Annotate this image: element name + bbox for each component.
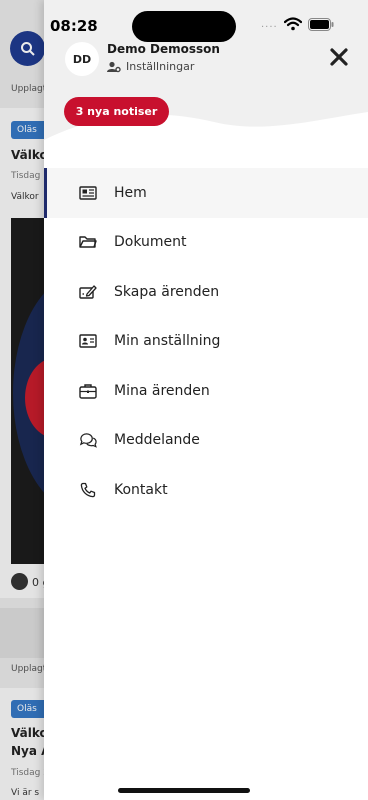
menu-item-min-anstallning[interactable]: Min anställning: [44, 317, 368, 367]
menu-item-dokument[interactable]: Dokument: [44, 218, 368, 268]
menu-label: Mina ärenden: [114, 382, 210, 399]
menu-item-skapa-arenden[interactable]: Skapa ärenden: [44, 267, 368, 317]
cellular-signal-icon: ····: [261, 22, 278, 33]
status-bar: 08:28 ····: [0, 0, 368, 50]
folder-icon: [79, 233, 97, 251]
edit-form-icon: [79, 283, 97, 301]
user-gear-icon: [107, 61, 121, 72]
phone-icon: [79, 481, 97, 499]
menu-label: Min anställning: [114, 333, 221, 350]
menu-label: Meddelande: [114, 432, 200, 449]
notifications-button[interactable]: 3 nya notiser: [64, 97, 169, 126]
menu-label: Dokument: [114, 234, 187, 251]
newspaper-icon: [79, 184, 97, 202]
menu-label: Skapa ärenden: [114, 283, 220, 300]
wifi-icon: [284, 17, 302, 31]
briefcase-icon: [79, 382, 97, 400]
clock: 08:28: [50, 17, 98, 35]
id-card-icon: [79, 332, 97, 350]
dynamic-island: [132, 11, 236, 42]
home-indicator[interactable]: [118, 788, 250, 793]
menu-label: Hem: [114, 184, 147, 201]
menu-item-hem[interactable]: Hem: [44, 168, 368, 218]
menu-label: Kontakt: [114, 481, 168, 498]
battery-icon: [308, 18, 334, 31]
menu-item-kontakt[interactable]: Kontakt: [44, 465, 368, 515]
settings-link[interactable]: Inställningar: [107, 60, 194, 73]
navigation-drawer: DD Demo Demosson Inställningar 3 nya not…: [44, 0, 368, 800]
chat-icon: [79, 431, 97, 449]
settings-label: Inställningar: [126, 60, 195, 73]
drawer-menu: Hem Dokument Skapa ärenden Min anställni…: [44, 168, 368, 515]
menu-item-mina-arenden[interactable]: Mina ärenden: [44, 366, 368, 416]
menu-item-meddelande[interactable]: Meddelande: [44, 416, 368, 466]
